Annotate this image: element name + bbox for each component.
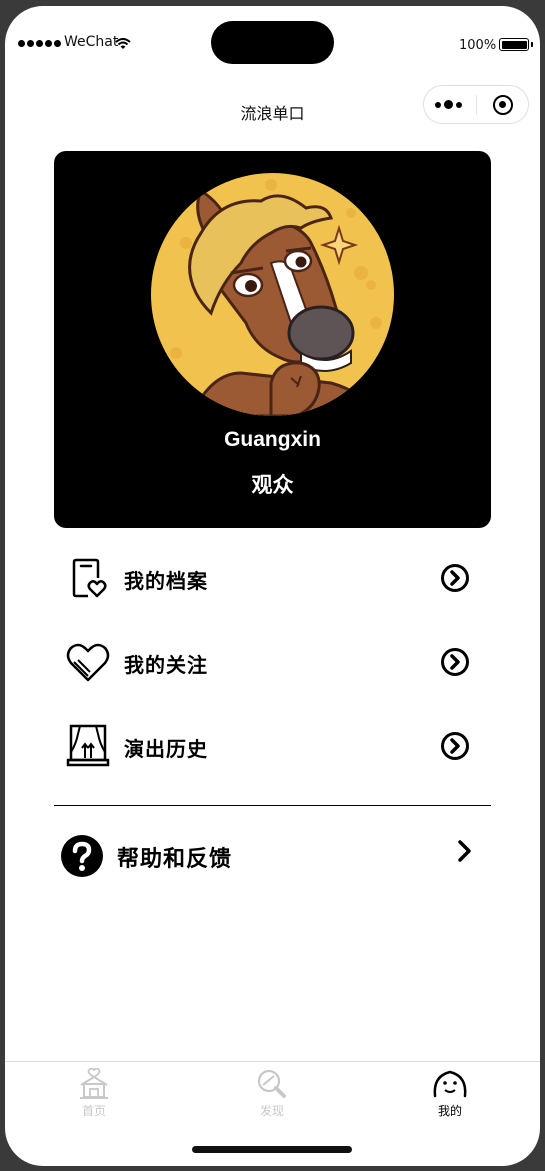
- more-options-button[interactable]: [435, 100, 462, 109]
- chevron-circle-right-icon: [441, 564, 469, 592]
- tab-home[interactable]: 首页: [34, 1068, 154, 1128]
- wifi-icon: [115, 38, 131, 49]
- tab-discover[interactable]: 发现: [212, 1068, 332, 1128]
- home-icon: [80, 1068, 108, 1099]
- carrier-name: WeChat: [64, 34, 119, 50]
- discover-icon: [257, 1069, 286, 1098]
- chevron-right-icon: [458, 840, 471, 862]
- camera-notch: [211, 21, 334, 64]
- username: Guangxin: [224, 428, 321, 451]
- profile-file-heart-icon: [72, 558, 107, 598]
- profile-card: Guangxin 观众: [54, 151, 491, 528]
- phone-screen: WeChat 100% 流浪单口 Guangxin 观众 我的档案 我的关注 演…: [5, 6, 540, 1166]
- question-circle-icon: [61, 835, 103, 877]
- user-role: 观众: [251, 473, 294, 497]
- tab-label: 首页: [81, 1104, 106, 1118]
- help-feedback-label: 帮助和反馈: [117, 847, 233, 872]
- menu-item-my-follows[interactable]: 我的关注: [54, 632, 491, 692]
- smile-face-icon: [433, 1070, 467, 1098]
- section-divider: [54, 805, 491, 806]
- status-bar: WeChat 100%: [5, 6, 540, 86]
- heart-outline-icon: [66, 643, 110, 682]
- tab-label: 发现: [259, 1104, 284, 1118]
- battery-percent: 100%: [459, 38, 497, 53]
- signal-icon: [18, 40, 61, 47]
- stage-curtain-icon: [66, 724, 110, 767]
- capsule-divider: [476, 95, 477, 115]
- menu-item-my-profile[interactable]: 我的档案: [54, 548, 491, 608]
- menu-item-label: 演出历史: [124, 737, 208, 761]
- battery-icon: [499, 38, 533, 51]
- tab-label: 我的: [437, 1104, 462, 1118]
- avatar[interactable]: [151, 173, 394, 416]
- chevron-circle-right-icon: [441, 732, 469, 760]
- tab-mine[interactable]: 我的: [390, 1068, 510, 1128]
- home-indicator[interactable]: [192, 1146, 352, 1153]
- menu-item-label: 我的关注: [124, 653, 208, 677]
- menu-item-show-history[interactable]: 演出历史: [54, 716, 491, 776]
- chevron-circle-right-icon: [441, 648, 469, 676]
- horse-avatar-image: [151, 173, 394, 416]
- menu-item-label: 我的档案: [124, 569, 208, 593]
- help-feedback-item[interactable]: 帮助和反馈: [54, 828, 491, 884]
- close-miniprogram-button[interactable]: [493, 95, 513, 115]
- miniprogram-capsule: [423, 85, 529, 124]
